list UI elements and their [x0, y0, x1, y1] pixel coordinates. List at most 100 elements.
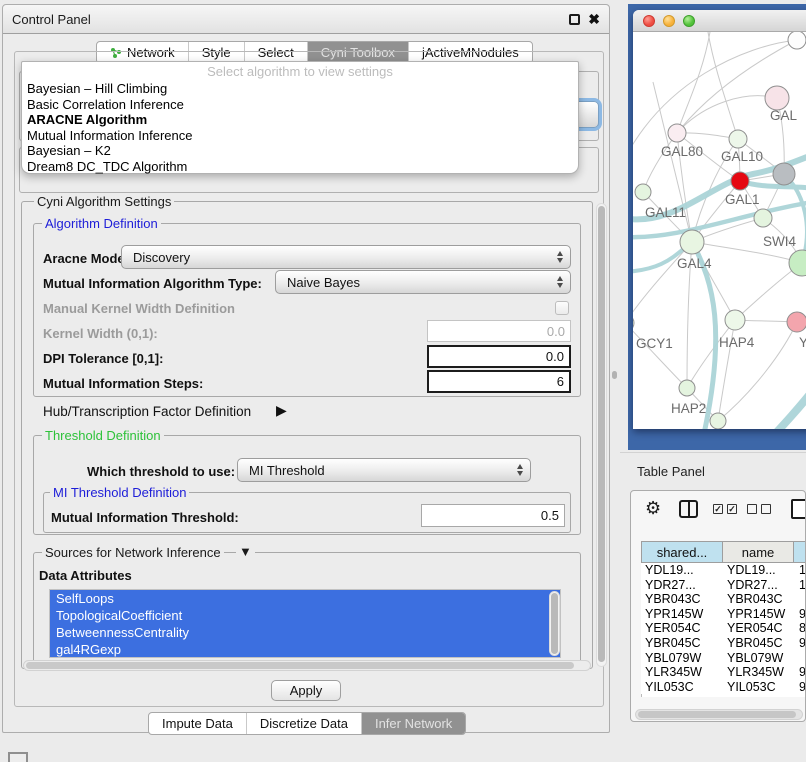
dpi-tolerance-field[interactable]: [427, 345, 571, 368]
network-node-label: GAL4: [677, 256, 712, 271]
table-hscrollbar-thumb[interactable]: [638, 711, 796, 718]
checked-checkbox-icon[interactable]: ✓: [713, 504, 723, 514]
column-header-partial[interactable]: [793, 541, 806, 563]
window-close-icon[interactable]: [643, 15, 655, 27]
which-threshold-select[interactable]: MI Threshold: [237, 458, 531, 482]
network-node[interactable]: [668, 124, 686, 142]
algorithm-option[interactable]: ARACNE Algorithm: [23, 112, 577, 128]
network-node[interactable]: [729, 130, 747, 148]
network-node[interactable]: [679, 380, 695, 396]
attribute-item-selected[interactable]: gal4RGexp: [50, 641, 560, 658]
sources-collapse-icon[interactable]: ▼: [236, 544, 255, 559]
unchecked-checkbox-icon[interactable]: [747, 504, 757, 514]
cell-name: YIL053C: [727, 680, 799, 695]
table-row[interactable]: YDR27... YDR27... 12: [641, 578, 806, 593]
attributes-scrollbar-thumb[interactable]: [551, 593, 558, 654]
attributes-scrollbar[interactable]: [549, 591, 560, 656]
algorithm-dropdown-placeholder: Select algorithm to view settings: [22, 64, 578, 79]
cell-value: 13: [799, 563, 806, 578]
aracne-mode-value: Discovery: [133, 250, 190, 265]
table-panel-separator: [620, 452, 806, 453]
column-header-name[interactable]: name: [722, 541, 794, 563]
which-threshold-label: Which threshold to use:: [87, 464, 235, 479]
close-icon[interactable]: ✖: [588, 11, 600, 27]
cell-name: YLR345W: [727, 665, 799, 680]
mi-threshold-field[interactable]: [421, 504, 565, 527]
network-node[interactable]: [725, 310, 745, 330]
algorithm-option[interactable]: Mutual Information Inference: [23, 128, 577, 144]
table-row[interactable]: YDL19... YDL19... 13: [641, 563, 806, 578]
manual-kernel-checkbox[interactable]: [555, 301, 569, 315]
column-header-shared[interactable]: shared...: [641, 541, 723, 563]
network-node[interactable]: [633, 314, 634, 332]
data-attributes-list[interactable]: SelfLoopsTopologicalCoefficientBetweenne…: [49, 589, 561, 658]
cell-shared-name: YBR045C: [645, 636, 725, 651]
cell-shared-name: YDR27...: [645, 578, 725, 593]
control-panel-title: Control Panel: [12, 12, 91, 27]
table-row[interactable]: YBR045C YBR045C 9.: [641, 636, 806, 651]
checked-checkbox-icon[interactable]: ✓: [727, 504, 737, 514]
network-node[interactable]: [788, 32, 806, 49]
aracne-mode-select[interactable]: Discovery: [121, 245, 571, 269]
cell-value: 12: [799, 578, 806, 593]
network-node-label: GAL10: [721, 149, 763, 164]
table-panel-title: Table Panel: [637, 464, 705, 479]
algorithm-option[interactable]: Dream8 DC_TDC Algorithm: [23, 159, 577, 175]
network-node[interactable]: [680, 230, 704, 254]
settings-hscrollbar-thumb[interactable]: [26, 662, 574, 669]
table-row[interactable]: YER054C YER054C 8.: [641, 621, 806, 636]
network-node-label: GAL1: [725, 192, 760, 207]
gear-icon[interactable]: ⚙: [645, 498, 661, 518]
unchecked-checkbox-icon[interactable]: [761, 504, 771, 514]
algorithm-option[interactable]: Bayesian – K2: [23, 143, 577, 159]
network-node[interactable]: [773, 163, 795, 185]
network-node[interactable]: [635, 184, 651, 200]
settings-vertical-scrollbar[interactable]: [596, 203, 607, 667]
attribute-item-selected[interactable]: BetweennessCentrality: [50, 624, 560, 641]
mi-steps-field[interactable]: [427, 370, 571, 393]
network-node-label: Y: [799, 335, 806, 350]
network-node[interactable]: [787, 312, 806, 332]
attribute-item-selected[interactable]: TopologicalCoefficient: [50, 607, 560, 624]
mi-type-select[interactable]: Naive Bayes: [275, 270, 571, 294]
network-node[interactable]: [731, 172, 749, 190]
table-row[interactable]: YIL053C YIL053C 9: [641, 680, 806, 695]
window-minimize-icon[interactable]: [663, 15, 675, 27]
dpi-tolerance-label: DPI Tolerance [0,1]:: [43, 351, 163, 366]
network-node[interactable]: [765, 86, 789, 110]
algorithm-option[interactable]: Bayesian – Hill Climbing: [23, 81, 577, 97]
column-layout-icon[interactable]: [679, 500, 698, 518]
settings-scrollbar-thumb[interactable]: [598, 206, 605, 662]
network-node-label: HAP4: [719, 335, 755, 350]
table-row[interactable]: YLR345W YLR345W 9.: [641, 665, 806, 680]
algorithm-dropdown[interactable]: Select algorithm to view settings Bayesi…: [21, 61, 579, 174]
table-horizontal-scrollbar[interactable]: [635, 709, 803, 720]
tab-infer-network[interactable]: Infer Network: [362, 713, 465, 734]
table-row[interactable]: YBL079W YBL079W: [641, 651, 806, 666]
tab-discretize-data-label: Discretize Data: [260, 713, 348, 734]
panel-splitter-handle[interactable]: [612, 371, 617, 379]
network-node[interactable]: [710, 413, 726, 429]
network-graph[interactable]: GALGAL80GAL10GAL1SWI4GAL11GAL4GCY1HAP4YH…: [633, 32, 806, 429]
table-row[interactable]: YPR145W YPR145W 9.: [641, 607, 806, 622]
attribute-item-selected[interactable]: SelfLoops: [50, 590, 560, 607]
table-panel-window: ⚙ ✓ ✓ shared... name YDL19... YDL19... 1…: [630, 490, 806, 722]
new-table-icon[interactable]: [791, 499, 806, 519]
network-node-label: GAL11: [645, 205, 686, 220]
network-node[interactable]: [754, 209, 772, 227]
apply-button[interactable]: Apply: [271, 680, 341, 701]
network-window: GALGAL80GAL10GAL1SWI4GAL11GAL4GCY1HAP4YH…: [633, 10, 806, 429]
table-row[interactable]: YBR043C YBR043C: [641, 592, 806, 607]
network-node[interactable]: [789, 250, 806, 276]
settings-horizontal-scrollbar[interactable]: [23, 660, 591, 671]
window-zoom-icon[interactable]: [683, 15, 695, 27]
tab-discretize-data[interactable]: Discretize Data: [247, 713, 362, 734]
hub-expand-icon[interactable]: ▶: [276, 402, 287, 419]
network-window-titlebar[interactable]: [633, 10, 806, 32]
float-window-icon[interactable]: [569, 14, 580, 25]
kernel-width-field[interactable]: [427, 320, 571, 342]
cell-value: 8.: [799, 621, 806, 636]
algorithm-option[interactable]: Basic Correlation Inference: [23, 97, 577, 113]
combo-arrows-icon: [517, 464, 523, 476]
tab-impute-data[interactable]: Impute Data: [149, 713, 247, 734]
